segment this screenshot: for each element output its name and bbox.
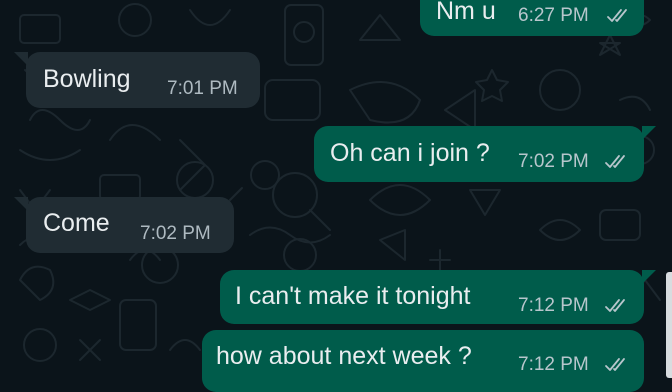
double-check-icon [605, 358, 625, 371]
message-text: Bowling [43, 65, 131, 93]
message-bubble-outgoing[interactable]: how about next week ? 7:12 PM [202, 330, 644, 392]
scrollbar-thumb[interactable] [666, 272, 672, 378]
double-check-icon [607, 9, 627, 22]
message-bubble-outgoing[interactable]: Oh can i join ? 7:02 PM [314, 126, 656, 182]
message-bubble-incoming[interactable]: Bowling 7:01 PM [14, 52, 260, 108]
message-timestamp: 7:12 PM [518, 295, 589, 316]
message-text: Come [43, 209, 110, 237]
message-timestamp: 7:02 PM [140, 223, 211, 244]
message-timestamp: 7:01 PM [167, 78, 238, 99]
message-bubble-outgoing[interactable]: I can't make it tonight 7:12 PM [220, 270, 656, 324]
double-check-icon [605, 155, 625, 168]
message-text: Nm u [436, 0, 496, 25]
double-check-icon [605, 299, 625, 312]
message-text: how about next week ? [216, 342, 472, 370]
message-timestamp: 7:02 PM [518, 151, 589, 172]
message-bubble-incoming[interactable]: Come 7:02 PM [14, 197, 234, 253]
message-text: Oh can i join ? [330, 139, 490, 167]
message-timestamp: 6:27 PM [518, 5, 589, 26]
message-text: I can't make it tonight [235, 282, 471, 310]
message-timestamp: 7:12 PM [518, 354, 589, 375]
message-bubble-outgoing[interactable]: Nm u 6:27 PM [420, 0, 644, 36]
